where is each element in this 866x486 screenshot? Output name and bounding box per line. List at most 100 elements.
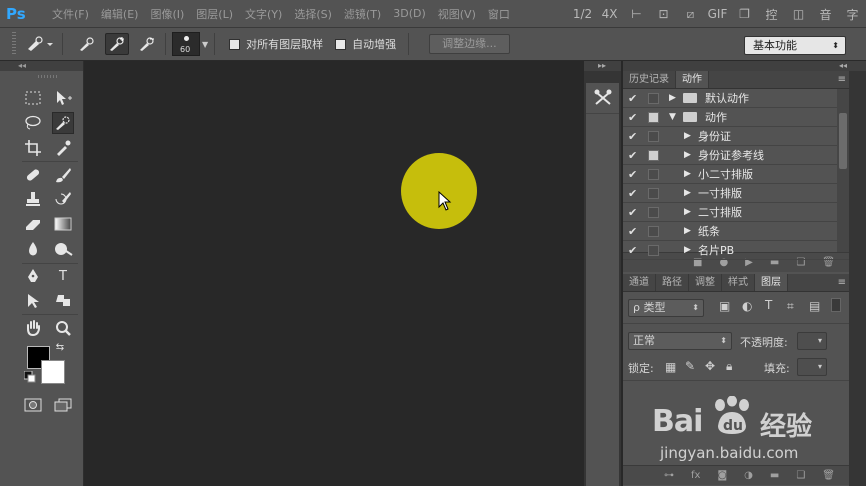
custom-shape-tool-icon[interactable] xyxy=(52,290,74,312)
quick-mask-icon[interactable] xyxy=(22,394,44,416)
menu-type[interactable]: 文字(Y) xyxy=(245,6,282,22)
rotate-icon[interactable]: ⧄ xyxy=(677,7,704,22)
enabled-check-icon[interactable]: ✔ xyxy=(628,225,637,238)
panel-collapse-icon[interactable]: ◂◂ xyxy=(623,61,849,71)
action-row[interactable]: ✔ ▶ 名片PB xyxy=(623,241,849,260)
brush-dropdown-arrow-icon[interactable]: ▼ xyxy=(202,40,208,49)
dodge-tool-icon[interactable] xyxy=(52,238,74,260)
filter-adjustment-icon[interactable]: ◐ xyxy=(742,299,752,313)
brush-presets-icon[interactable] xyxy=(586,83,619,113)
enabled-check-icon[interactable]: ✔ xyxy=(628,130,637,143)
speed-label[interactable]: 4X xyxy=(596,7,623,21)
enabled-check-icon[interactable]: ✔ xyxy=(628,168,637,181)
blur-tool-icon[interactable] xyxy=(22,238,44,260)
action-row[interactable]: ✔ ▶ 二寸排版 xyxy=(623,203,849,222)
type-tool-icon[interactable]: T xyxy=(52,265,74,287)
document-canvas[interactable] xyxy=(84,61,584,486)
menu-image[interactable]: 图像(I) xyxy=(150,6,184,22)
eyedropper-tool-icon[interactable] xyxy=(52,137,74,159)
expand-triangle-icon[interactable]: ▶ xyxy=(684,188,691,198)
menu-window[interactable]: 窗口 xyxy=(488,6,510,22)
tab-paths[interactable]: 路径 xyxy=(656,274,689,291)
link-layers-icon[interactable]: ⊶ xyxy=(664,470,674,481)
auto-enhance-checkbox[interactable]: 自动增强 xyxy=(335,36,396,52)
path-selection-tool-icon[interactable] xyxy=(22,290,44,312)
action-row[interactable]: ✔ ▶ 一寸排版 xyxy=(623,184,849,203)
dialog-toggle[interactable] xyxy=(648,187,659,199)
tab-actions[interactable]: 动作 xyxy=(676,71,709,88)
expand-triangle-icon[interactable]: ▶ xyxy=(684,131,691,141)
lasso-tool-icon[interactable] xyxy=(22,112,44,134)
fill-field[interactable]: ▾ xyxy=(797,358,827,376)
lock-position-icon[interactable]: ✥ xyxy=(705,359,715,373)
menu-select[interactable]: 选择(S) xyxy=(294,6,332,22)
crop-icon[interactable]: ⊡ xyxy=(650,7,677,21)
expand-triangle-icon[interactable]: ▶ xyxy=(684,245,691,255)
hand-tool-icon[interactable] xyxy=(22,317,44,339)
expand-triangle-icon[interactable]: ▶ xyxy=(669,93,676,103)
opacity-field[interactable]: ▾ xyxy=(797,332,827,350)
workspace-select[interactable]: 基本功能 ⬍ xyxy=(744,36,846,55)
new-group-icon[interactable]: ▬ xyxy=(770,470,779,481)
new-layer-icon[interactable]: ❑ xyxy=(796,470,805,481)
filter-toggle-icon[interactable] xyxy=(831,298,841,312)
copy-icon[interactable]: ❐ xyxy=(731,7,758,21)
action-row[interactable]: ✔ ▶ 身份证参考线 xyxy=(623,146,849,165)
lock-all-icon[interactable]: 🔒︎ xyxy=(726,359,732,374)
default-colors-icon[interactable] xyxy=(23,370,37,384)
blend-mode-select[interactable]: 正常 ⬍ xyxy=(628,332,732,350)
quick-selection-preset-icon[interactable] xyxy=(22,33,56,55)
add-to-selection-icon[interactable] xyxy=(105,33,129,55)
filter-shape-icon[interactable]: ⌗ xyxy=(787,299,794,314)
background-color-swatch[interactable] xyxy=(41,360,65,384)
pen-tool-icon[interactable] xyxy=(22,265,44,287)
options-grip[interactable] xyxy=(12,32,16,56)
menu-layer[interactable]: 图层(L) xyxy=(196,6,233,22)
sound-button[interactable]: 音 xyxy=(812,6,839,23)
lock-transparent-icon[interactable]: ▦ xyxy=(665,360,676,374)
refine-edge-button[interactable]: 调整边缘... xyxy=(429,34,510,54)
filter-smart-object-icon[interactable]: ▤ xyxy=(809,299,820,313)
tab-history[interactable]: 历史记录 xyxy=(623,71,676,88)
split-icon[interactable]: ◫ xyxy=(785,7,812,21)
expand-triangle-icon[interactable]: ▶ xyxy=(684,150,691,160)
expand-triangle-icon[interactable]: ▶ xyxy=(684,207,691,217)
gradient-tool-icon[interactable] xyxy=(52,213,74,235)
enabled-check-icon[interactable]: ✔ xyxy=(628,187,637,200)
control-button[interactable]: 控 xyxy=(758,6,785,23)
screen-mode-icon[interactable] xyxy=(52,394,74,416)
enabled-check-icon[interactable]: ✔ xyxy=(628,206,637,219)
menu-3d[interactable]: 3D(D) xyxy=(393,7,426,20)
layer-style-icon[interactable]: fx xyxy=(691,470,700,481)
menu-filter[interactable]: 滤镜(T) xyxy=(344,6,381,22)
enabled-check-icon[interactable]: ✔ xyxy=(628,244,637,257)
menu-view[interactable]: 视图(V) xyxy=(438,6,476,22)
expand-triangle-icon[interactable]: ▶ xyxy=(684,169,691,179)
new-selection-icon[interactable] xyxy=(75,33,99,55)
fit-icon[interactable]: ⊢ xyxy=(623,7,650,21)
sample-all-layers-checkbox[interactable]: 对所有图层取样 xyxy=(229,36,323,52)
swap-colors-icon[interactable]: ⇆ xyxy=(52,339,68,355)
quick-selection-tool-icon[interactable] xyxy=(52,112,74,134)
collapse-triangle-icon[interactable]: ▼ xyxy=(669,112,676,122)
dialog-toggle[interactable] xyxy=(648,225,659,237)
brush-tool-icon[interactable] xyxy=(52,164,74,186)
enabled-check-icon[interactable]: ✔ xyxy=(628,92,637,105)
menu-edit[interactable]: 编辑(E) xyxy=(101,6,139,22)
action-row[interactable]: ✔ ▶ 纸条 xyxy=(623,222,849,241)
lock-image-icon[interactable]: ✎ xyxy=(685,359,695,373)
menu-file[interactable]: 文件(F) xyxy=(52,6,89,22)
actions-scrollbar[interactable] xyxy=(837,89,849,252)
action-row[interactable]: ✔ ▼ 动作 xyxy=(623,108,849,127)
toolbox-grip[interactable] xyxy=(38,75,58,78)
panel-menu-icon[interactable]: ≡ xyxy=(838,274,849,291)
dialog-toggle[interactable] xyxy=(648,92,659,104)
dialog-toggle[interactable] xyxy=(648,149,659,161)
action-row[interactable]: ✔ ▶ 小二寸排版 xyxy=(623,165,849,184)
layer-mask-icon[interactable]: ◙ xyxy=(717,470,727,481)
marquee-tool-icon[interactable] xyxy=(22,87,44,109)
toolbox-collapse-icon[interactable]: ◂◂ xyxy=(0,61,83,71)
checkbox-icon[interactable] xyxy=(229,38,241,50)
zoom-tool-icon[interactable] xyxy=(52,317,74,339)
scroll-thumb[interactable] xyxy=(839,113,847,169)
